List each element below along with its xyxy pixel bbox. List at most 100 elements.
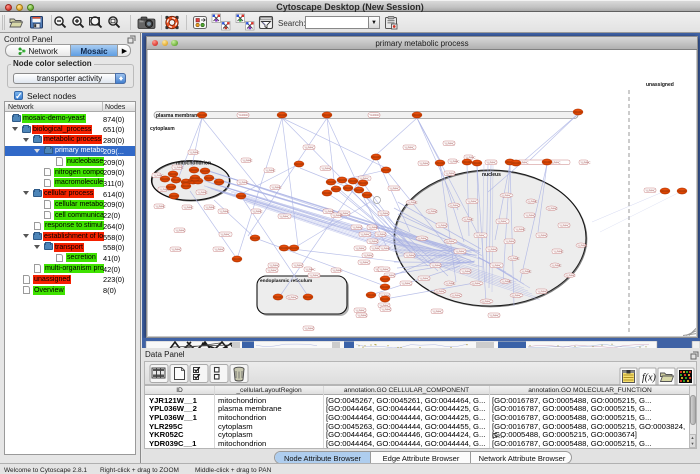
svg-text:YLR44C: YLR44C [381,307,391,311]
svg-text:YLR44C: YLR44C [489,313,499,317]
svg-text:YLR44C: YLR44C [487,247,497,251]
svg-text:YLR44C: YLR44C [238,180,248,184]
svg-text:YLR44C: YLR44C [521,269,531,273]
svg-text:YLR44C: YLR44C [451,293,461,297]
svg-text:YLR44C: YLR44C [304,326,314,330]
svg-text:unassigned: unassigned [646,82,674,88]
svg-text:YLR44C: YLR44C [565,273,575,277]
svg-text:YLR44C: YLR44C [551,263,561,267]
svg-text:YLR44C: YLR44C [171,247,181,251]
svg-text:YLR44C: YLR44C [645,188,655,192]
svg-text:YLR44C: YLR44C [437,223,447,227]
svg-text:YLR44C: YLR44C [471,281,481,285]
svg-text:YLR44C: YLR44C [486,160,496,164]
svg-text:YLR44C: YLR44C [461,269,471,273]
svg-text:YLR44C: YLR44C [360,232,370,236]
svg-text:YLR44C: YLR44C [369,113,379,117]
svg-text:nucleus: nucleus [482,172,501,178]
svg-text:YLR44C: YLR44C [432,309,442,313]
svg-text:YLR44C: YLR44C [359,260,369,264]
svg-text:YLR44C: YLR44C [445,239,455,243]
svg-text:YLR44C: YLR44C [368,239,378,243]
svg-text:YLR44C: YLR44C [238,113,248,117]
svg-text:YLR44C: YLR44C [445,171,455,175]
svg-text:endoplasmic reticulum: endoplasmic reticulum [260,278,312,284]
svg-text:YLR44C: YLR44C [577,243,587,247]
svg-text:YLR44C: YLR44C [267,268,277,272]
svg-text:plasma membrane: plasma membrane [156,113,200,119]
svg-text:YLR44C: YLR44C [417,236,427,240]
svg-text:YLR44C: YLR44C [197,190,207,194]
svg-text:YLR44C: YLR44C [155,204,165,208]
svg-text:YLR44C: YLR44C [431,263,441,267]
svg-text:YLR44C: YLR44C [515,227,525,231]
svg-text:YLR44C: YLR44C [305,267,315,271]
svg-text:YLR44C: YLR44C [559,223,569,227]
svg-text:YLR44C: YLR44C [219,209,229,213]
svg-text:YLR44C: YLR44C [449,159,459,163]
svg-text:YLR44C: YLR44C [419,276,429,280]
svg-text:YLR44C: YLR44C [419,161,429,165]
svg-text:YLR44C: YLR44C [379,267,389,271]
svg-text:YLR44C: YLR44C [389,186,399,190]
svg-text:YLR44C: YLR44C [449,203,459,207]
svg-text:YLR44C: YLR44C [363,253,373,257]
svg-text:YLR44C: YLR44C [491,263,501,267]
svg-text:YLR44C: YLR44C [455,249,465,253]
svg-text:YLR44C: YLR44C [214,247,224,251]
svg-text:YLR44C: YLR44C [379,211,389,215]
svg-text:YLR44C: YLR44C [175,228,185,232]
svg-text:YLR44C: YLR44C [321,166,331,170]
svg-text:YLR44C: YLR44C [242,158,252,162]
svg-text:cytoplasm: cytoplasm [150,126,175,132]
svg-text:YLR44C: YLR44C [355,308,365,312]
svg-text:YLR44C: YLR44C [475,233,485,237]
svg-text:YLR44C: YLR44C [332,213,342,217]
svg-text:YLR44C: YLR44C [501,193,511,197]
svg-text:YLR44C: YLR44C [309,273,319,277]
svg-text:YLR44C: YLR44C [380,246,390,250]
svg-text:YLR44C: YLR44C [427,209,437,213]
svg-text:YLR44C: YLR44C [537,289,547,293]
svg-text:YLR44C: YLR44C [332,268,342,272]
svg-text:YLR44C: YLR44C [553,249,563,253]
svg-text:f(x): f(x) [642,373,657,384]
svg-text:YLR44C: YLR44C [271,185,281,189]
svg-text:YLR44C: YLR44C [376,232,386,236]
svg-text:YLR44C: YLR44C [293,263,303,267]
svg-text:YLR44C: YLR44C [183,205,193,209]
svg-text:YLR44C: YLR44C [501,279,511,283]
svg-text:YLR44C: YLR44C [580,160,590,164]
svg-text:YLR44C: YLR44C [220,232,230,236]
svg-text:YLR44C: YLR44C [401,281,411,285]
svg-text:YLR44C: YLR44C [407,200,417,204]
svg-text:YLR44C: YLR44C [497,219,507,223]
svg-text:YLR44C: YLR44C [505,239,515,243]
svg-text:YLR44C: YLR44C [527,199,537,203]
svg-text:YLR44C: YLR44C [357,313,367,317]
svg-text:YLR44C: YLR44C [405,253,415,257]
svg-text:YLR44C: YLR44C [404,145,414,149]
svg-text:mitochondrion: mitochondrion [176,161,211,167]
svg-text:YLR44C: YLR44C [304,145,314,149]
svg-text:YLR44C: YLR44C [435,289,445,293]
svg-text:YLR44C: YLR44C [287,295,297,299]
svg-text:YLR44C: YLR44C [444,141,454,145]
svg-text:YLR44C: YLR44C [355,246,365,250]
svg-text:YLR44C: YLR44C [509,256,519,260]
svg-text:YLR44C: YLR44C [525,213,535,217]
svg-text:YLR44C: YLR44C [445,281,455,285]
svg-text:YLR44C: YLR44C [481,299,491,303]
svg-text:YLR44C: YLR44C [511,293,521,297]
svg-text:YLR44C: YLR44C [537,233,547,237]
svg-text:YLR44C: YLR44C [279,214,289,218]
svg-text:YLR44C: YLR44C [463,217,473,221]
svg-text:YLR44C: YLR44C [205,205,215,209]
svg-text:YLR44C: YLR44C [547,206,557,210]
svg-text:YLR44C: YLR44C [189,150,199,154]
svg-text:YLR44C: YLR44C [252,209,262,213]
svg-text:YLR44C: YLR44C [467,199,477,203]
svg-text:YLR44C: YLR44C [368,225,378,229]
svg-text:YLR44C: YLR44C [352,225,362,229]
svg-text:YLR44C: YLR44C [265,168,275,172]
